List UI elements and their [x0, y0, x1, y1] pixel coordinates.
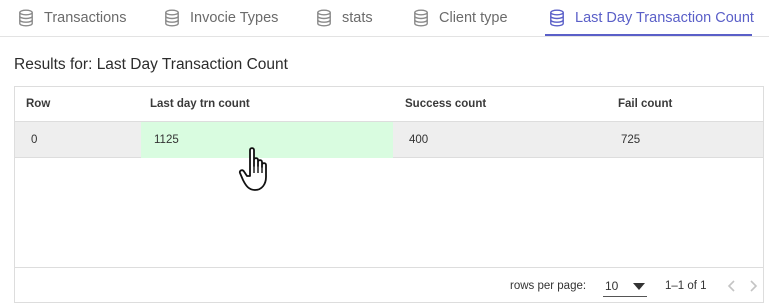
table-header: Row Last day trn count Success count Fai… — [15, 87, 763, 122]
tab-label: Invocie Types — [190, 10, 279, 26]
cell-last-day-trn-count[interactable]: 1125 — [141, 122, 393, 158]
chevron-left-icon — [727, 280, 735, 292]
pagination-range: 1–1 of 1 — [665, 280, 707, 292]
tab-invocie-types[interactable]: Invocie Types — [164, 0, 278, 36]
previous-page-button[interactable] — [725, 279, 739, 293]
results-title: Results for: Last Day Transaction Count — [14, 56, 288, 73]
column-header-last-day-trn-count[interactable]: Last day trn count — [150, 87, 250, 122]
results-table: Row Last day trn count Success count Fai… — [14, 86, 764, 303]
cell-fail-count[interactable]: 725 — [621, 122, 640, 158]
tab-bar: Transactions Invocie Types stats Client … — [0, 0, 769, 37]
rows-per-page-select[interactable]: 10 — [603, 277, 647, 297]
cell-success-count[interactable]: 400 — [409, 122, 428, 158]
caret-down-icon — [633, 283, 645, 290]
rows-per-page-value: 10 — [605, 279, 619, 293]
tab-label: Last Day Transaction Count — [575, 10, 754, 26]
tab-client-type[interactable]: Client type — [413, 0, 508, 36]
database-icon — [316, 9, 332, 27]
column-header-row[interactable]: Row — [26, 87, 50, 122]
tab-last-day-transaction-count[interactable]: Last Day Transaction Count — [549, 0, 754, 36]
active-tab-indicator — [545, 34, 752, 36]
tab-label: Client type — [439, 10, 508, 26]
column-header-fail-count[interactable]: Fail count — [618, 87, 672, 122]
chevron-right-icon — [750, 280, 758, 292]
column-header-success-count[interactable]: Success count — [405, 87, 486, 122]
tab-stats[interactable]: stats — [316, 0, 373, 36]
database-icon — [164, 9, 180, 27]
tab-transactions[interactable]: Transactions — [18, 0, 126, 36]
database-icon — [18, 9, 34, 27]
table-row[interactable]: 0 1125 400 725 — [15, 122, 763, 158]
tab-label: Transactions — [44, 10, 127, 26]
database-icon — [549, 9, 565, 27]
rows-per-page-label: rows per page: — [510, 280, 587, 292]
next-page-button[interactable] — [746, 279, 760, 293]
tab-label: stats — [342, 10, 373, 26]
database-icon — [413, 9, 429, 27]
cell-row[interactable]: 0 — [31, 122, 37, 158]
table-pagination: rows per page: 10 1–1 of 1 — [15, 267, 763, 303]
